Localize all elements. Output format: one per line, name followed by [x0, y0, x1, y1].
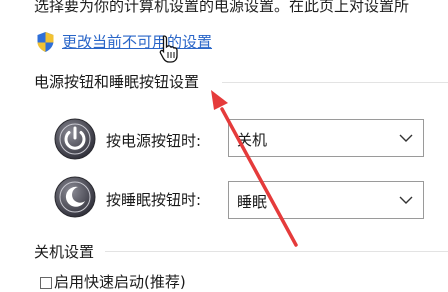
intro-text: 选择要为你的计算机设置的电源设置。在此页上对设置所 — [34, 0, 410, 15]
fast-startup-label: 启用快速启动(推荐) — [54, 273, 186, 291]
power-button-action-select[interactable]: 关机 — [228, 119, 424, 157]
fast-startup-checkbox[interactable] — [40, 277, 52, 289]
sleep-button-label: 按睡眠按钮时: — [106, 191, 202, 209]
sleep-button-action-value: 睡眠 — [237, 193, 268, 211]
section-title-shutdown: 关机设置 — [34, 243, 95, 261]
chevron-down-icon — [399, 196, 413, 204]
section-title-power-buttons: 电源按钮和睡眠按钮设置 — [34, 73, 200, 91]
power-icon — [54, 118, 96, 160]
section-divider — [105, 251, 448, 252]
change-settings-link[interactable]: 更改当前不可用的设置 — [62, 31, 212, 52]
shield-icon — [37, 32, 54, 52]
power-button-label: 按电源按钮时: — [106, 132, 202, 150]
sleep-icon — [54, 176, 96, 218]
sleep-button-action-select[interactable]: 睡眠 — [228, 181, 424, 219]
section-divider — [222, 82, 448, 83]
hand-cursor-icon — [159, 35, 178, 63]
power-button-action-value: 关机 — [237, 131, 268, 149]
chevron-down-icon — [399, 134, 413, 142]
